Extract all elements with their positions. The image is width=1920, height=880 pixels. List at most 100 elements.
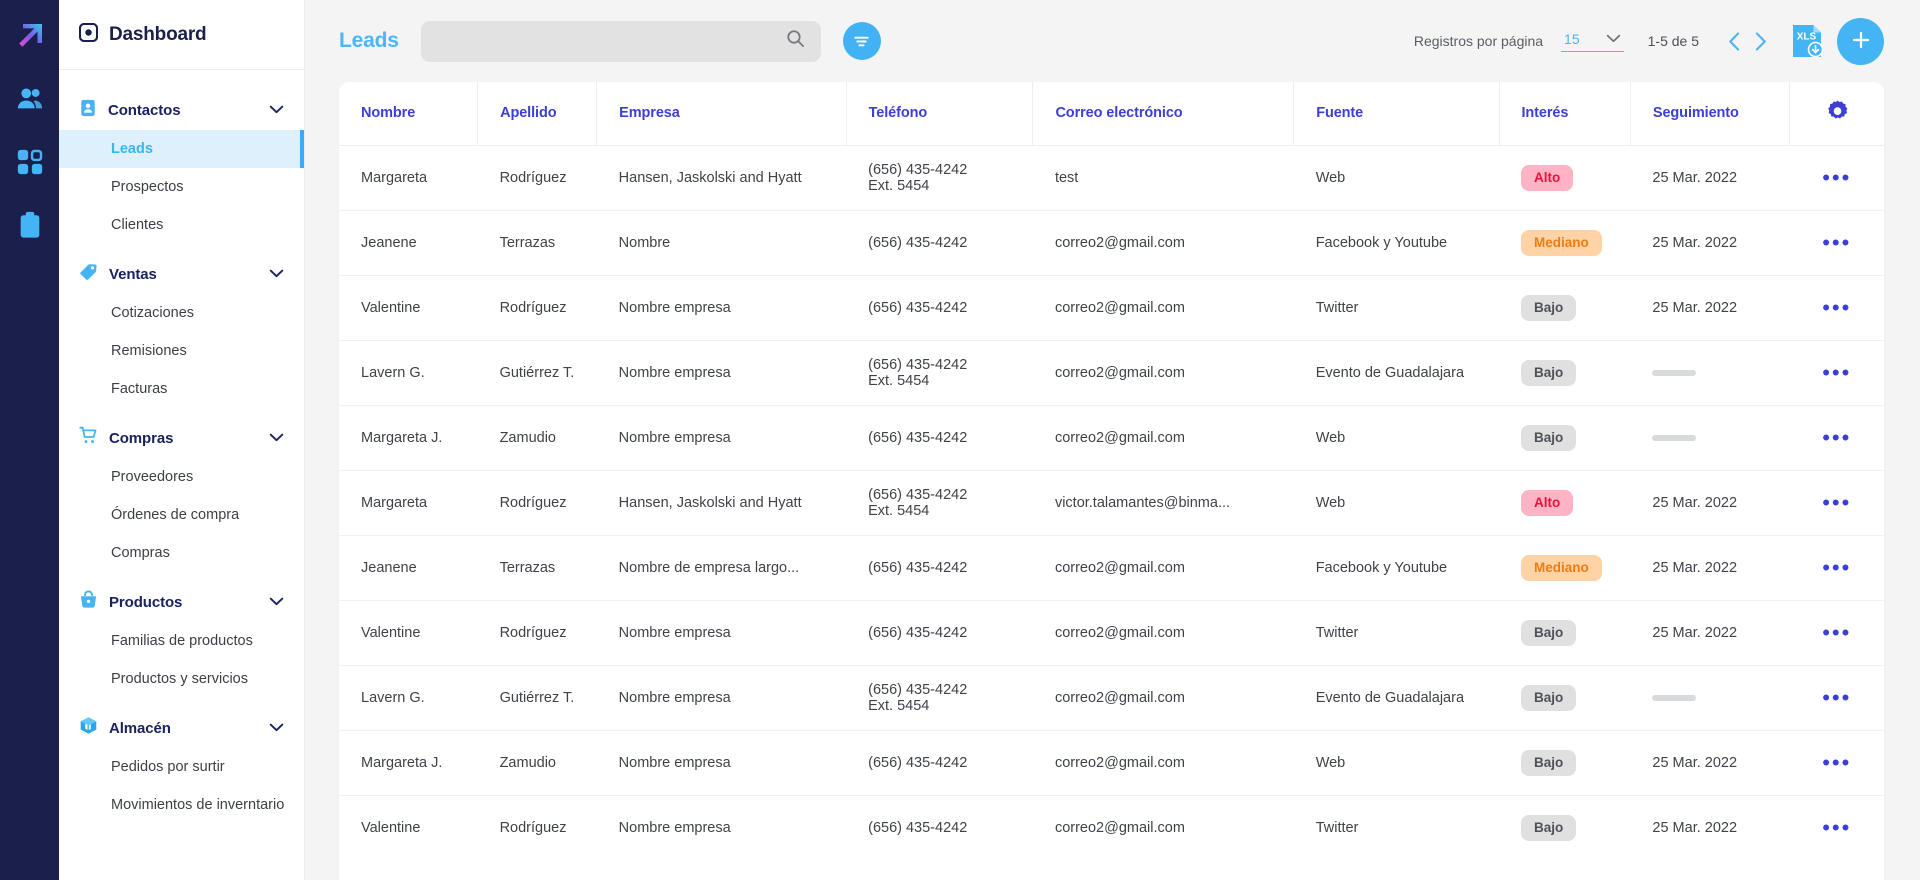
ellipsis-icon[interactable]: ••• [1790, 166, 1885, 189]
gear-icon[interactable] [1826, 100, 1849, 127]
chevron-down-icon[interactable] [269, 429, 284, 447]
sidebar-item-label: Prospectos [111, 179, 184, 195]
cell-correo-electronico: correo2@gmail.com [1032, 275, 1294, 341]
column-header-correo-electronico[interactable]: Correo electrónico [1032, 82, 1295, 146]
cell-nombre: Lavern G. [339, 665, 478, 731]
sidebar-group-label: Ventas [109, 265, 157, 283]
sidebar-item-compras[interactable]: Compras [59, 534, 304, 572]
xls-download-icon[interactable]: XLS [1791, 23, 1825, 59]
cell-fuente: Web [1293, 145, 1499, 211]
sidebar-item-clientes[interactable]: Clientes [59, 206, 304, 244]
chevron-right-icon[interactable] [1747, 26, 1773, 56]
sidebar-header[interactable]: Dashboard [59, 0, 304, 70]
table-row[interactable]: Lavern G. Gutiérrez T. Nombre empresa (656)… [339, 340, 1885, 406]
cell-seguimiento [1630, 665, 1790, 731]
filter-button[interactable] [842, 22, 881, 60]
table-row[interactable]: Margareta J. Zamudio Nombre empresa (656) 4… [339, 730, 1885, 796]
add-button[interactable] [1837, 17, 1884, 65]
sidebar-item-label: Proveedores [111, 469, 194, 485]
ellipsis-icon[interactable]: ••• [1790, 816, 1885, 839]
records-per-page-select[interactable]: 15 [1561, 30, 1624, 52]
sidebar-group-contactos[interactable]: Contactos [59, 90, 304, 130]
sidebar-group-label: Almacén [109, 719, 171, 737]
sidebar-item-pedidos-por-surtir[interactable]: Pedidos por surtir [59, 748, 304, 786]
sidebar-item-ordenes-de-compra[interactable]: Órdenes de compra [59, 496, 304, 534]
column-header-empresa[interactable]: Empresa [596, 82, 847, 146]
table-row[interactable]: Jeanene Terrazas Nombre de empresa largo..… [339, 535, 1885, 601]
ellipsis-icon[interactable]: ••• [1790, 361, 1885, 384]
table-row[interactable]: Margareta Rodríguez Hansen, Jaskolski and … [339, 145, 1885, 211]
sidebar-header-title: Dashboard [109, 23, 207, 45]
chevron-down-icon[interactable] [269, 593, 284, 611]
sidebar-item-facturas[interactable]: Facturas [59, 370, 304, 408]
cell-seguimiento: 25 Mar. 2022 [1630, 730, 1790, 796]
sidebar-item-cotizaciones[interactable]: Cotizaciones [59, 294, 304, 332]
ellipsis-icon[interactable]: ••• [1790, 491, 1885, 514]
sidebar-item-prospectos[interactable]: Prospectos [59, 168, 304, 206]
table-row[interactable]: Valentine Rodríguez Nombre empresa (656) 43… [339, 275, 1885, 341]
ellipsis-icon[interactable]: ••• [1790, 621, 1885, 644]
grid-apps-icon[interactable] [8, 140, 52, 184]
logo-arrow-icon[interactable] [8, 14, 52, 58]
ellipsis-icon[interactable]: ••• [1790, 686, 1885, 709]
sidebar-item-label: Remisiones [111, 343, 187, 359]
cell-fuente: Facebook y Youtube [1293, 535, 1499, 601]
search-icon[interactable] [786, 29, 805, 53]
sidebar-group-almacen[interactable]: Almacén [59, 708, 304, 748]
sidebar-item-familias-de-productos[interactable]: Familias de productos [59, 622, 304, 660]
column-header-nombre[interactable]: Nombre [339, 82, 479, 146]
chevron-left-icon[interactable] [1721, 26, 1747, 56]
cell-correo-electronico: correo2@gmail.com [1032, 600, 1294, 666]
leads-table: Nombre Apellido Empresa Teléfono Correo … [339, 82, 1884, 860]
table-row[interactable]: Jeanene Terrazas Nombre (656) 435-4242 corre… [339, 210, 1885, 276]
sidebar-item-productos-y-servicios[interactable]: Productos y servicios [59, 660, 304, 698]
ellipsis-icon[interactable]: ••• [1790, 296, 1885, 319]
clipboard-icon[interactable] [8, 203, 52, 247]
table-row[interactable]: Valentine Rodríguez Nombre empresa (656) 43… [339, 795, 1884, 860]
sidebar: Dashboard Contactos Leads Prospectos Cli… [59, 0, 305, 880]
cell-correo-electronico: correo2@gmail.com [1032, 665, 1294, 731]
cell-row-menu: ••• [1789, 730, 1885, 796]
cell-row-menu: ••• [1789, 405, 1885, 471]
column-header-fuente[interactable]: Fuente [1293, 82, 1500, 146]
ellipsis-icon[interactable]: ••• [1790, 751, 1885, 774]
chevron-down-icon[interactable] [269, 265, 284, 283]
table-row[interactable]: Lavern G. Gutiérrez T. Nombre empresa (656)… [339, 665, 1885, 731]
ellipsis-icon[interactable]: ••• [1790, 556, 1885, 579]
column-header-telefono[interactable]: Teléfono [846, 82, 1034, 146]
cell-row-menu: ••• [1790, 795, 1885, 860]
cell-seguimiento: 25 Mar. 2022 [1630, 145, 1790, 211]
search-input[interactable] [438, 33, 786, 49]
sidebar-item-movimientos-de-inventario[interactable]: Movimientos de inverntario [59, 786, 304, 824]
cell-nombre: Lavern G. [339, 340, 478, 406]
table-row[interactable]: Valentine Rodríguez Nombre empresa (656) 43… [339, 600, 1885, 666]
column-header-seguimiento[interactable]: Seguimiento [1630, 82, 1791, 146]
cell-empresa: Hansen, Jaskolski and Hyatt [596, 145, 847, 211]
cell-fuente: Web [1293, 470, 1499, 536]
cell-interes: Mediano [1499, 210, 1631, 276]
sidebar-item-leads[interactable]: Leads [59, 130, 304, 168]
chevron-down-icon[interactable] [1606, 30, 1621, 48]
cell-telefono: (656) 435-4242 [846, 535, 1033, 601]
sidebar-item-remisiones[interactable]: Remisiones [59, 332, 304, 370]
plus-icon [1850, 29, 1872, 54]
sidebar-item-proveedores[interactable]: Proveedores [59, 458, 304, 496]
sidebar-group-productos[interactable]: Productos [59, 582, 304, 622]
cell-nombre: Margareta J. [339, 730, 478, 796]
cell-interes: Bajo [1499, 340, 1631, 406]
ellipsis-icon[interactable]: ••• [1790, 426, 1885, 449]
chevron-down-icon[interactable] [269, 101, 284, 119]
chevron-down-icon[interactable] [269, 719, 284, 737]
sidebar-group-compras[interactable]: Compras [59, 418, 304, 458]
status-badge: Alto [1521, 164, 1574, 191]
cell-telefono: (656) 435-4242 Ext. 5454 [846, 145, 1033, 211]
column-header-interes[interactable]: Interés [1499, 82, 1631, 146]
search-box[interactable] [420, 20, 821, 62]
table-row[interactable]: Margareta J. Zamudio Nombre empresa (656) 4… [339, 405, 1885, 471]
ellipsis-icon[interactable]: ••• [1790, 231, 1885, 254]
sidebar-group-ventas[interactable]: Ventas [59, 254, 304, 294]
cell-apellido: Rodríguez [477, 275, 597, 341]
column-header-apellido[interactable]: Apellido [477, 82, 598, 146]
users-icon[interactable] [8, 77, 52, 121]
table-row[interactable]: Margareta Rodríguez Hansen, Jaskolski and … [339, 470, 1885, 536]
